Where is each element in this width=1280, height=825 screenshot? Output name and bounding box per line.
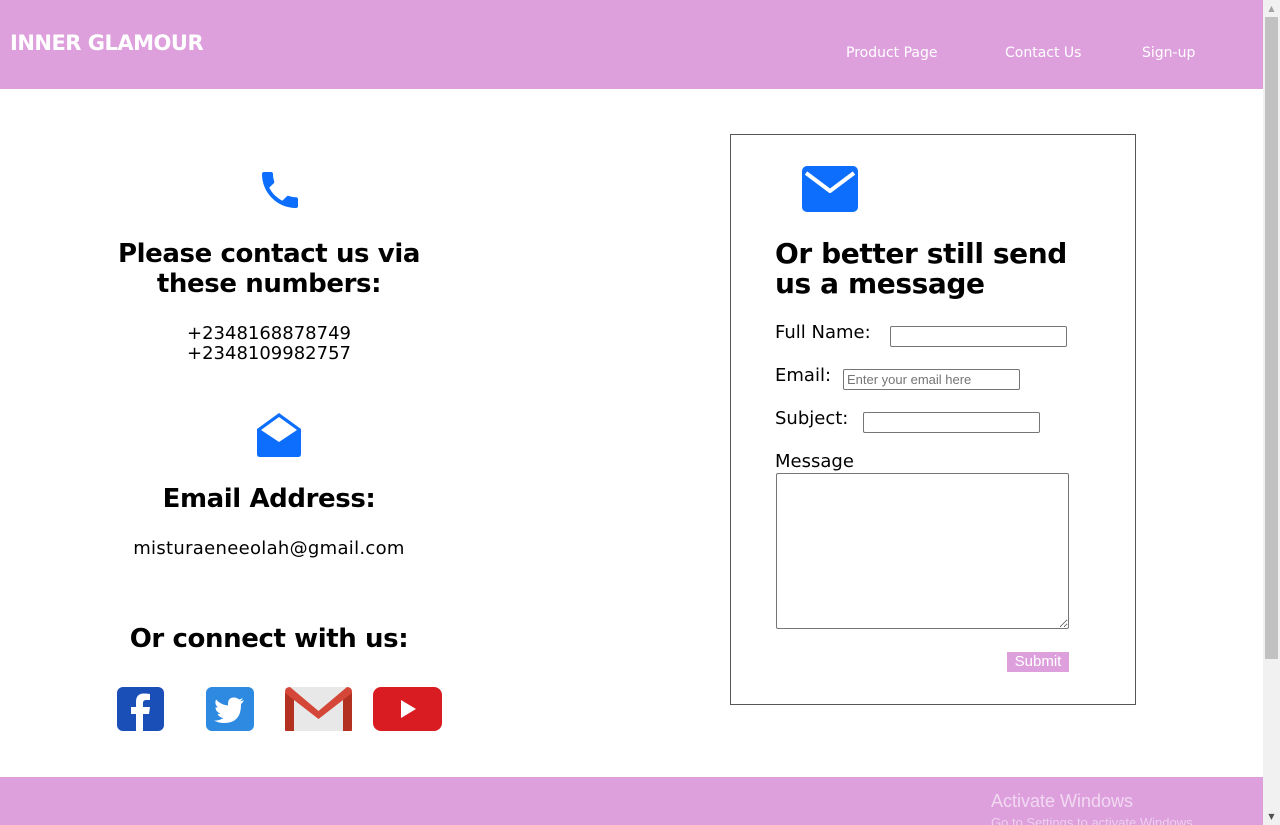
email-address: misturaeneeolah@gmail.com bbox=[133, 538, 405, 559]
phone-number-2: +2348109982757 bbox=[187, 343, 351, 364]
site-logo[interactable]: INNER GLAMOUR bbox=[10, 31, 204, 55]
scroll-up-arrow-icon[interactable]: ▲ bbox=[1263, 0, 1280, 17]
phone-icon bbox=[262, 172, 298, 208]
facebook-icon[interactable] bbox=[117, 687, 164, 731]
submit-button[interactable]: Submit bbox=[1007, 652, 1069, 672]
message-form-heading: Or better still send us a message bbox=[775, 237, 1067, 300]
email-label: Email: bbox=[775, 365, 832, 386]
site-header: INNER GLAMOUR Product Page Contact Us Si… bbox=[0, 0, 1263, 89]
activate-windows-subtext: Go to Settings to activate Windows. bbox=[991, 815, 1197, 825]
email-heading: Email Address: bbox=[162, 484, 376, 514]
full-name-input[interactable] bbox=[890, 326, 1067, 347]
full-name-label: Full Name: bbox=[775, 322, 871, 343]
envelope-icon bbox=[802, 166, 858, 212]
subject-label: Subject: bbox=[775, 408, 849, 429]
nav-contact-us[interactable]: Contact Us bbox=[1005, 45, 1081, 61]
gmail-icon[interactable] bbox=[285, 687, 352, 731]
email-input[interactable] bbox=[843, 369, 1020, 390]
youtube-icon[interactable] bbox=[373, 687, 442, 731]
twitter-icon[interactable] bbox=[206, 687, 254, 731]
page-scrollbar[interactable]: ▲ ▼ bbox=[1263, 0, 1280, 825]
connect-heading: Or connect with us: bbox=[129, 624, 409, 654]
scroll-thumb[interactable] bbox=[1265, 17, 1278, 659]
subject-input[interactable] bbox=[863, 412, 1040, 433]
nav-product-page[interactable]: Product Page bbox=[846, 45, 938, 61]
message-label: Message bbox=[775, 451, 854, 472]
phone-heading: Please contact us via these numbers: bbox=[117, 239, 420, 299]
scroll-down-arrow-icon[interactable]: ▼ bbox=[1263, 808, 1280, 825]
envelope-open-icon bbox=[257, 413, 301, 457]
phone-number-1: +2348168878749 bbox=[187, 323, 351, 344]
activate-windows-watermark: Activate Windows bbox=[991, 791, 1134, 811]
message-textarea[interactable] bbox=[776, 473, 1069, 629]
nav-sign-up[interactable]: Sign-up bbox=[1142, 45, 1195, 61]
phone-numbers: +2348168878749 +2348109982757 bbox=[90, 324, 448, 364]
